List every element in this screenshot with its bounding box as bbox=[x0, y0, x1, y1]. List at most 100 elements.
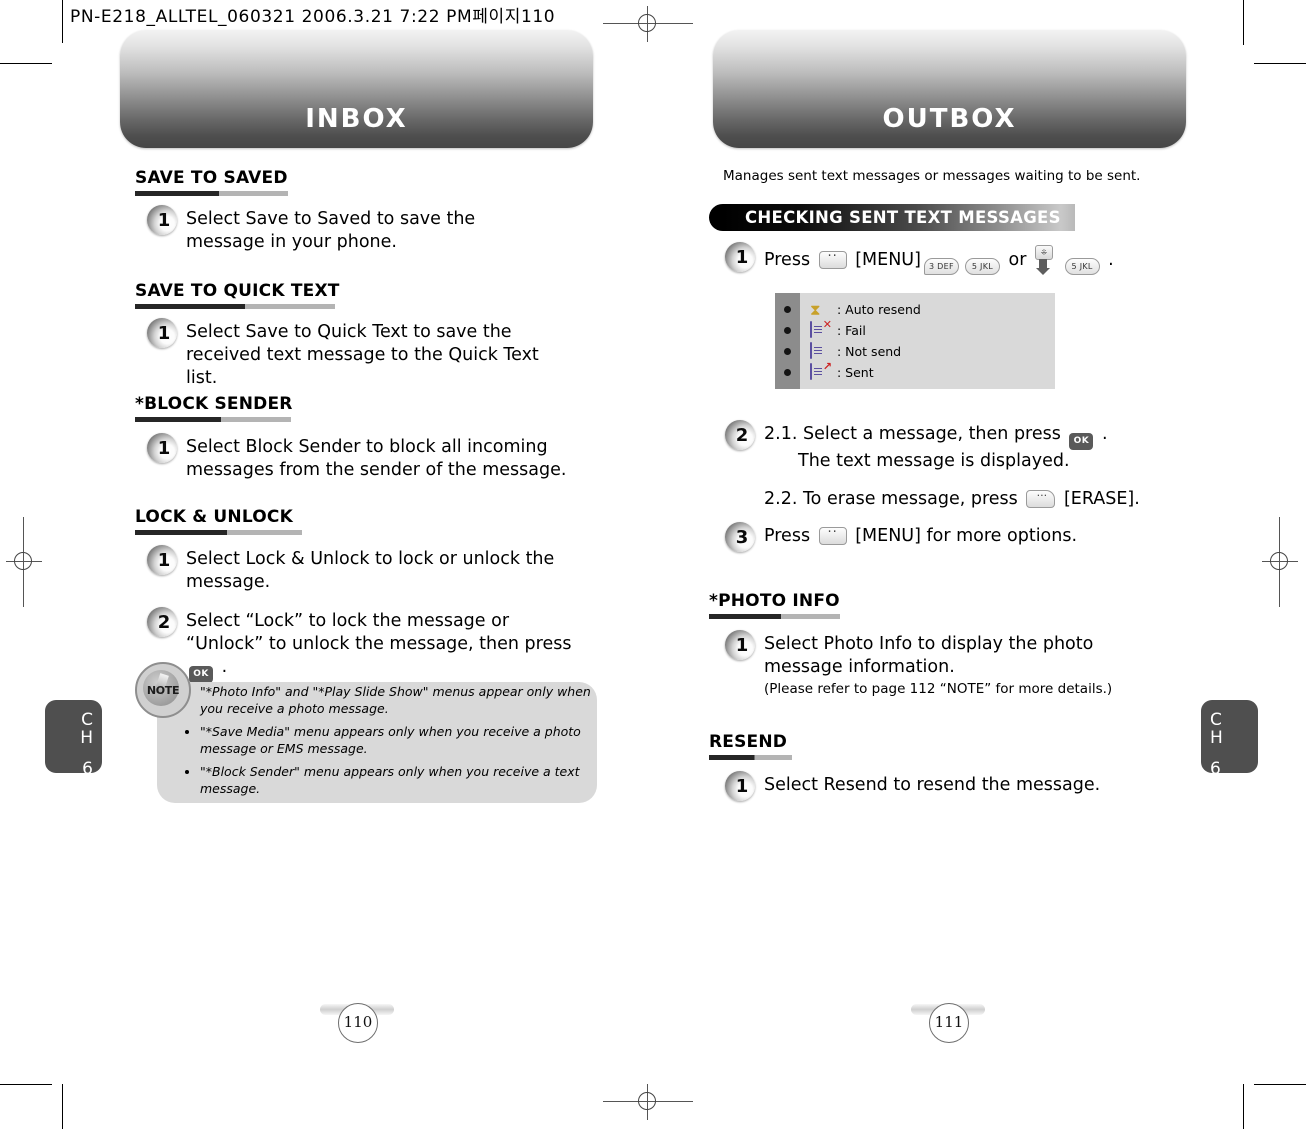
erase-key-icon bbox=[1026, 484, 1056, 508]
section-save-to-quick-text: SAVE TO QUICK TEXT bbox=[135, 281, 340, 309]
message-fail-icon: ✕ bbox=[810, 317, 832, 340]
step-text-after: [MENU] for more options. bbox=[855, 526, 1078, 546]
chapter-tab-h: H bbox=[1210, 728, 1223, 748]
step-number: 1 bbox=[735, 634, 749, 656]
step-number-badge: 1 bbox=[147, 318, 177, 348]
bullet-icon bbox=[784, 369, 791, 376]
status-icon-legend: ⧗ : Auto resend ✕ : Fail : Not send ↗ : … bbox=[775, 293, 1055, 389]
step-text: Select Save to Quick Text to save the re… bbox=[186, 322, 539, 388]
step-number-badge: 1 bbox=[725, 630, 755, 660]
step-item: 2 Select “Lock” to lock the message or “… bbox=[147, 607, 587, 683]
text-or: or bbox=[1008, 250, 1027, 270]
step-text-before: Select “Lock” to lock the message or “Un… bbox=[186, 611, 572, 654]
step-text: Select Block Sender to block all incomin… bbox=[186, 437, 567, 480]
step-text: Select Photo Info to display the photo m… bbox=[764, 630, 1155, 699]
sent-mark-glyph: ↗ bbox=[822, 359, 832, 373]
navigation-key-icon: ⁜ bbox=[1035, 245, 1053, 275]
step-number: 1 bbox=[157, 437, 171, 459]
crop-mark-bottom-right-h bbox=[1254, 1084, 1306, 1085]
outbox-banner-title: OUTBOX bbox=[882, 104, 1017, 134]
step-text: Press [MENU]3 DEF 5 JKL or ⁜ 5 JKL . bbox=[764, 242, 1114, 275]
section-heading: *PHOTO INFO bbox=[709, 591, 840, 611]
chapter-tab-right: C H 6 bbox=[1201, 700, 1258, 778]
note-icon: NOTE bbox=[135, 662, 191, 718]
step-number: 1 bbox=[735, 775, 749, 797]
step-item: 1 Select Lock & Unlock to lock or unlock… bbox=[147, 545, 567, 594]
registration-mark-right bbox=[1262, 517, 1298, 607]
step-number-badge: 1 bbox=[147, 545, 177, 575]
step-2-1-before: 2.1. Select a message, then press bbox=[764, 424, 1061, 444]
heading-underline bbox=[709, 614, 840, 619]
left-page: INBOX SAVE TO SAVED 1 Select Save to Sav… bbox=[45, 0, 653, 1129]
step-number-badge: 1 bbox=[725, 771, 755, 801]
key-5b-icon: 5 JKL bbox=[1064, 258, 1100, 275]
menu-label: [MENU] bbox=[855, 250, 921, 270]
step-item: 1 Select Photo Info to display the photo… bbox=[725, 630, 1155, 699]
intro-text: Manages sent text messages or messages w… bbox=[723, 168, 1141, 184]
outbox-banner: OUTBOX bbox=[713, 30, 1186, 148]
step-2-2-after: [ERASE]. bbox=[1063, 489, 1140, 509]
heading-underline bbox=[135, 417, 291, 422]
note-list: "*Photo Info" and "*Play Slide Show" men… bbox=[182, 683, 595, 803]
step-item: 1 Select Save to Saved to save the messa… bbox=[147, 205, 557, 254]
step-number: 2 bbox=[735, 424, 749, 446]
step-text-before: Press bbox=[764, 526, 811, 546]
heading-underline bbox=[135, 304, 335, 309]
crop-mark-top-right-h bbox=[1254, 63, 1306, 64]
hourglass-glyph: ⧗ bbox=[810, 300, 821, 319]
legend-bullets bbox=[775, 293, 800, 389]
inbox-banner: INBOX bbox=[120, 30, 593, 148]
fail-mark-glyph: ✕ bbox=[822, 317, 832, 331]
step-text-after: . bbox=[1108, 250, 1114, 270]
chapter-tab-number: 6 bbox=[82, 759, 93, 779]
legend-label: : Fail bbox=[837, 323, 866, 338]
chapter-tab-h: H bbox=[80, 728, 93, 748]
step-2-2-line: 2.2. To erase message, press [ERASE]. bbox=[764, 484, 1140, 511]
step-number: 2 bbox=[157, 611, 171, 633]
key-5a-icon: 5 JKL bbox=[964, 258, 1000, 275]
gradient-section-header: CHECKING SENT TEXT MESSAGES bbox=[709, 204, 1075, 231]
section-heading: *BLOCK SENDER bbox=[135, 394, 293, 414]
heading-underline bbox=[709, 755, 792, 760]
step-item: 1 Press [MENU]3 DEF 5 JKL or ⁜ 5 JKL . bbox=[725, 242, 1185, 275]
legend-label: : Sent bbox=[837, 365, 874, 380]
crop-mark-top-left-h bbox=[0, 63, 52, 64]
header-label: CHECKING SENT TEXT MESSAGES bbox=[745, 208, 1061, 227]
note-icon-label: NOTE bbox=[146, 684, 180, 697]
step-number: 1 bbox=[157, 322, 171, 344]
ok-key-icon: OK bbox=[189, 666, 213, 683]
step-number: 1 bbox=[157, 549, 171, 571]
key-3-icon: 3 DEF bbox=[923, 258, 959, 275]
step-item: 1 Select Resend to resend the message. bbox=[725, 771, 1155, 801]
bullet-icon bbox=[784, 327, 791, 334]
hourglass-icon: ⧗ bbox=[810, 301, 830, 319]
ok-key-icon: OK bbox=[1069, 433, 1094, 450]
step-number-badge: 1 bbox=[147, 433, 177, 463]
step-number: 3 bbox=[735, 526, 749, 548]
legend-row: ↗ : Sent bbox=[810, 359, 1055, 382]
step-text-main: Select Photo Info to display the photo m… bbox=[764, 634, 1094, 677]
step-text: Select Lock & Unlock to lock or unlock t… bbox=[186, 549, 555, 592]
section-save-to-saved: SAVE TO SAVED bbox=[135, 168, 288, 196]
step-item: 2 2.1. Select a message, then press OK .… bbox=[725, 420, 1195, 511]
step-item: 3 Press [MENU] for more options. bbox=[725, 521, 1195, 552]
step-number-badge: 2 bbox=[725, 420, 755, 450]
bullet-icon bbox=[784, 348, 791, 355]
chapter-tab-number: 6 bbox=[1210, 759, 1221, 779]
chapter-tab-c: C bbox=[81, 710, 93, 730]
legend-row: ⧗ : Auto resend bbox=[810, 301, 1055, 319]
section-heading: RESEND bbox=[709, 732, 788, 752]
step-item: 1 Select Block Sender to block all incom… bbox=[147, 433, 567, 482]
list-item: "*Save Media" menu appears only when you… bbox=[200, 723, 595, 757]
step-number-badge: 1 bbox=[147, 205, 177, 235]
step-number: 1 bbox=[735, 246, 749, 268]
step-text-sub: (Please refer to page 112 “NOTE” for mor… bbox=[764, 681, 1113, 697]
heading-underline bbox=[135, 191, 288, 196]
legend-label: : Not send bbox=[837, 344, 902, 359]
legend-rows: ⧗ : Auto resend ✕ : Fail : Not send ↗ : … bbox=[800, 293, 1055, 389]
step-number-badge: 3 bbox=[725, 522, 755, 552]
section-heading: SAVE TO QUICK TEXT bbox=[135, 281, 340, 301]
chapter-tab-left: C H 6 bbox=[45, 700, 102, 778]
step-2-1-second-line: The text message is displayed. bbox=[798, 451, 1070, 471]
step-2-1-after: . bbox=[1102, 424, 1108, 444]
